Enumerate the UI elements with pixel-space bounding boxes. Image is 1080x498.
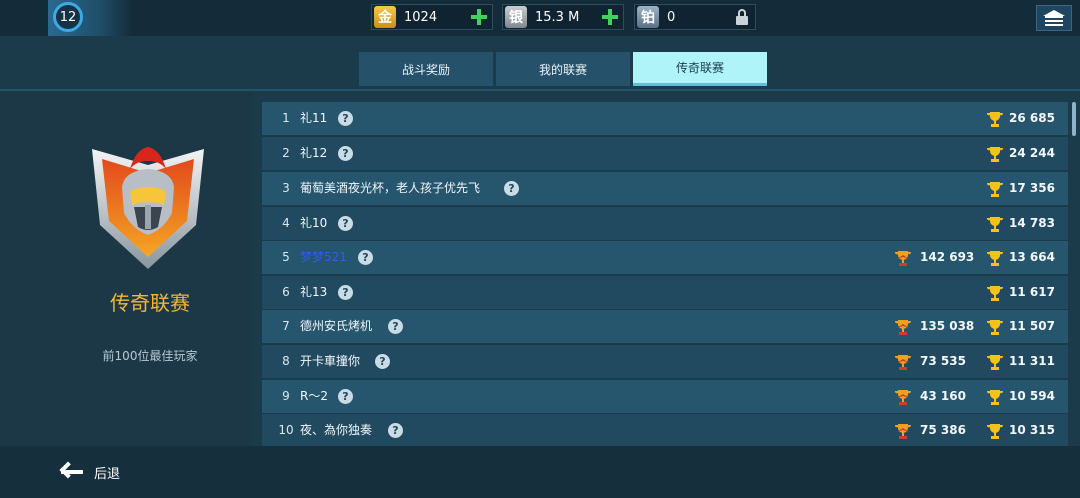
rank-number: 9 (282, 389, 290, 403)
table-row[interactable]: 3 葡萄美酒夜光杯，老人孩子优先飞 ? 17 356 (262, 172, 1068, 205)
silver-currency: 银 15.3 M (502, 4, 624, 30)
table-row[interactable]: 4 礼10 ? 14 783 (262, 207, 1068, 240)
season-score: 73 535 (920, 354, 966, 368)
table-row[interactable]: 6 礼13 ? 11 617 (262, 276, 1068, 309)
league-title: 传奇联赛 (110, 291, 190, 315)
gold-trophy-icon (987, 355, 1004, 370)
help-icon[interactable]: ? (504, 181, 519, 196)
gold-currency: 金 1024 (371, 4, 493, 30)
red-trophy-icon (895, 251, 912, 266)
red-trophy-icon (895, 320, 912, 335)
trophy-score: 26 685 (1009, 111, 1055, 125)
player-name: 礼11 (300, 111, 328, 125)
player-name: 礼13 (300, 285, 328, 299)
plus-icon[interactable] (601, 8, 619, 26)
rank-number: 2 (282, 146, 290, 160)
player-name: 夜、為你独奏 (300, 423, 373, 437)
player-name: R〜2 (300, 389, 328, 403)
platinum-value: 0 (667, 9, 676, 25)
platinum-currency: 铂 0 (634, 4, 756, 30)
gold-trophy-icon (987, 424, 1004, 439)
gold-trophy-icon (987, 251, 1004, 266)
player-name: 礼10 (300, 216, 328, 230)
gold-trophy-icon (987, 182, 1004, 197)
table-row[interactable]: 1 礼11 ? 26 685 (262, 102, 1068, 135)
trophy-score: 10 315 (1009, 423, 1055, 437)
trophy-score: 17 356 (1009, 181, 1055, 195)
player-name: 梦梦521 (300, 250, 347, 264)
player-name: 开卡車撞你 (300, 354, 361, 368)
rank-number: 1 (282, 111, 290, 125)
help-icon[interactable]: ? (338, 146, 353, 161)
trophy-score: 11 617 (1009, 285, 1055, 299)
back-label: 后退 (94, 466, 121, 482)
table-row[interactable]: 5 梦梦521 ? 142 693 13 664 (262, 241, 1068, 274)
garage-icon (1043, 10, 1065, 26)
platinum-coin-icon: 铂 (637, 6, 659, 28)
table-row[interactable]: 7 德州安氏烤机 ? 135 038 11 507 (262, 310, 1068, 343)
table-row[interactable]: 10 夜、為你独奏 ? 75 386 10 315 (262, 414, 1068, 446)
gold-coin-icon: 金 (374, 6, 396, 28)
garage-button[interactable] (1036, 5, 1072, 31)
back-arrow-icon (58, 461, 84, 483)
ranking-list[interactable]: 1 礼11 ? 26 685 2 礼12 ? 24 244 3 葡萄美酒夜光杯，… (262, 102, 1068, 446)
gold-trophy-icon (987, 217, 1004, 232)
trophy-score: 13 664 (1009, 250, 1055, 264)
league-subtitle: 前100位最佳玩家 (102, 349, 198, 363)
gold-value: 1024 (404, 9, 438, 25)
tab-legend-league[interactable]: 传奇联赛 (633, 52, 767, 86)
trophy-score: 14 783 (1009, 216, 1055, 230)
season-score: 142 693 (920, 250, 975, 264)
table-row[interactable]: 8 开卡車撞你 ? 73 535 11 311 (262, 345, 1068, 378)
season-score: 43 160 (920, 389, 966, 403)
gold-trophy-icon (987, 320, 1004, 335)
help-icon[interactable]: ? (338, 216, 353, 231)
help-icon[interactable]: ? (388, 319, 403, 334)
gold-trophy-icon (987, 147, 1004, 162)
season-score: 75 386 (920, 423, 966, 437)
table-row[interactable]: 2 礼12 ? 24 244 (262, 137, 1068, 170)
rank-number: 7 (282, 319, 290, 333)
gold-trophy-icon (987, 112, 1004, 127)
rank-number: 5 (282, 250, 290, 264)
tab-my-league[interactable]: 我的联赛 (496, 52, 630, 86)
help-icon[interactable]: ? (338, 285, 353, 300)
table-row[interactable]: 9 R〜2 ? 43 160 10 594 (262, 380, 1068, 413)
red-trophy-icon (895, 424, 912, 439)
help-icon[interactable]: ? (388, 423, 403, 438)
help-icon[interactable]: ? (375, 354, 390, 369)
help-icon[interactable]: ? (338, 389, 353, 404)
bottom-bar (0, 446, 1080, 498)
tab-battle-rewards[interactable]: 战斗奖励 (359, 52, 493, 86)
trophy-score: 11 507 (1009, 319, 1055, 333)
plus-icon[interactable] (470, 8, 488, 26)
rank-number: 3 (282, 181, 290, 195)
league-emblem-icon (92, 147, 204, 269)
tab-bar: 战斗奖励 我的联赛 传奇联赛 (359, 52, 770, 86)
gold-trophy-icon (987, 390, 1004, 405)
red-trophy-icon (895, 390, 912, 405)
trophy-score: 24 244 (1009, 146, 1055, 160)
trophy-score: 11 311 (1009, 354, 1055, 368)
rank-number: 4 (282, 216, 290, 230)
lock-icon[interactable] (735, 9, 749, 25)
gold-trophy-icon (987, 286, 1004, 301)
league-panel: 传奇联赛 前100位最佳玩家 (0, 91, 252, 446)
help-icon[interactable]: ? (338, 111, 353, 126)
trophy-score: 10 594 (1009, 389, 1055, 403)
silver-value: 15.3 M (535, 9, 580, 25)
help-icon[interactable]: ? (358, 250, 373, 265)
red-trophy-icon (895, 355, 912, 370)
back-button[interactable]: 后退 (58, 458, 120, 486)
silver-coin-icon: 银 (505, 6, 527, 28)
rank-number: 10 (278, 423, 294, 437)
rank-number: 6 (282, 285, 290, 299)
rank-number: 8 (282, 354, 290, 368)
player-name: 礼12 (300, 146, 328, 160)
player-name: 德州安氏烤机 (300, 319, 373, 333)
season-score: 135 038 (920, 319, 975, 333)
scrollbar[interactable] (1072, 102, 1076, 136)
player-name: 葡萄美酒夜光杯，老人孩子优先飞 (300, 181, 481, 195)
level-ring: 12 (53, 2, 83, 32)
